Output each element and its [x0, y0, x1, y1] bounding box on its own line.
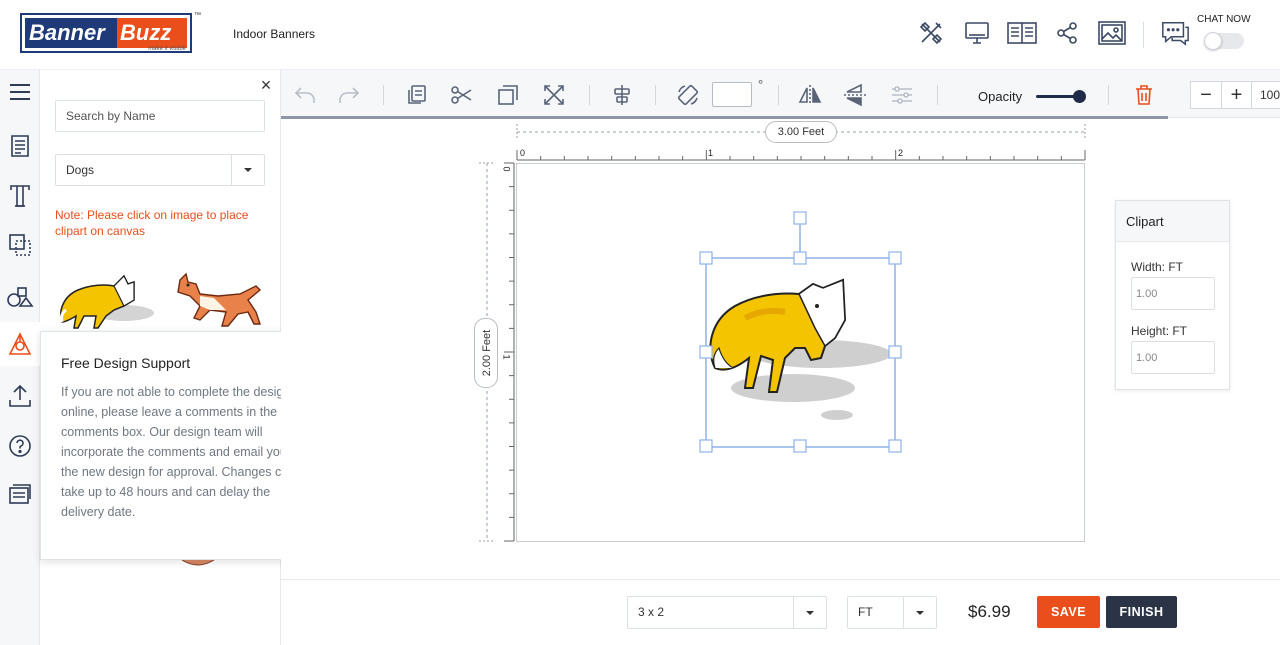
- instructions-icon[interactable]: [1007, 18, 1037, 48]
- bannerbuzz-logo[interactable]: Banner Buzz make it visible: [20, 13, 192, 53]
- cut-icon[interactable]: [449, 82, 475, 108]
- degree-symbol: °: [758, 77, 764, 92]
- ruler-left-tick-label: 1: [501, 354, 512, 360]
- zoom-value: 100: [1260, 88, 1280, 102]
- adjust-icon[interactable]: [889, 82, 915, 108]
- header-divider: [1143, 22, 1144, 48]
- width-field[interactable]: [1131, 277, 1215, 310]
- ruler-top-tick-label: 1: [708, 148, 714, 158]
- redo-icon[interactable]: [336, 82, 362, 108]
- chevron-down-icon: [903, 597, 936, 628]
- chevron-down-icon: [231, 155, 264, 185]
- size-selected-value: 3 x 2: [638, 605, 665, 619]
- zoom-control: − + 100: [1190, 81, 1280, 109]
- logo-trademark: ™: [194, 12, 201, 19]
- share-icon[interactable]: [1052, 18, 1082, 48]
- templates-icon[interactable]: [0, 124, 40, 168]
- height-field[interactable]: [1131, 341, 1215, 374]
- toggle-knob: [1204, 32, 1222, 50]
- toolbar-divider: [778, 85, 779, 105]
- price: $6.99: [968, 602, 1011, 621]
- comments-icon[interactable]: [0, 473, 40, 517]
- duplicate-icon[interactable]: [495, 82, 521, 108]
- zoom-in-button[interactable]: +: [1221, 82, 1251, 108]
- zoom-out-button[interactable]: −: [1191, 82, 1221, 108]
- chat-toggle[interactable]: [1204, 32, 1244, 50]
- canvas-width-label: 3.00 Feet: [765, 121, 837, 143]
- clipart-thumb-partial[interactable]: [180, 560, 216, 568]
- ruler-top-tick-label: 2: [898, 148, 904, 158]
- flip-vertical-icon[interactable]: [842, 82, 868, 108]
- upload-icon[interactable]: [0, 374, 40, 418]
- toolbar-divider: [589, 85, 590, 105]
- clipart-note: Note: Please click on image to place cli…: [55, 208, 249, 238]
- clipart-icon[interactable]: [0, 322, 40, 366]
- opacity-slider[interactable]: [1036, 90, 1086, 103]
- help-icon[interactable]: [0, 424, 40, 468]
- unit-selected-value: FT: [858, 605, 873, 619]
- product-name: Indoor Banners: [233, 27, 316, 41]
- chat-icon[interactable]: [1160, 18, 1190, 48]
- selected-clipart[interactable]: [695, 208, 907, 458]
- search-input[interactable]: [55, 100, 265, 132]
- panel-close-icon[interactable]: ×: [258, 76, 274, 94]
- header: Banner Buzz make it visible ™ Indoor Ban…: [0, 0, 1280, 70]
- clipart-thumb-dog[interactable]: [170, 270, 266, 332]
- ruler-top-tick-label: 0: [520, 148, 526, 158]
- size-select[interactable]: 3 x 2: [627, 596, 827, 629]
- image-icon[interactable]: [1097, 18, 1127, 48]
- footer-bar: 3 x 2 FT $6.99 SAVE FINISH: [281, 579, 1280, 645]
- center-icon[interactable]: [541, 82, 567, 108]
- canvas-height-label: 2.00 Feet: [474, 318, 498, 388]
- editing-toolbar: ° Opacity − + 100: [281, 70, 1280, 118]
- undo-icon[interactable]: [292, 82, 318, 108]
- rotation-angle-input[interactable]: [712, 82, 752, 107]
- logo-text-banner: Banner: [25, 18, 117, 48]
- finish-button[interactable]: FINISH: [1106, 596, 1177, 628]
- logo-text-buzz: Buzz: [117, 18, 187, 48]
- design-tools-icon[interactable]: [916, 18, 946, 48]
- toolbar-divider: [383, 85, 384, 105]
- save-button[interactable]: SAVE: [1037, 596, 1100, 628]
- unit-select[interactable]: FT: [847, 596, 937, 629]
- toolbar-divider: [1108, 85, 1109, 105]
- shapes-icon[interactable]: [0, 274, 40, 318]
- text-icon[interactable]: [0, 174, 40, 218]
- support-body: If you are not able to complete the desi…: [61, 385, 296, 519]
- preview-icon[interactable]: [962, 18, 992, 48]
- category-selected-value: Dogs: [66, 163, 95, 177]
- logo-tagline: make it visible: [148, 46, 186, 52]
- chat-now-label: CHAT NOW: [1197, 14, 1251, 25]
- flip-horizontal-icon[interactable]: [797, 82, 823, 108]
- free-design-support-popup: Free Design Support × If you are not abl…: [40, 331, 310, 560]
- layers-icon[interactable]: [0, 223, 40, 267]
- toolbar-divider: [937, 85, 938, 105]
- chevron-down-icon: [793, 597, 826, 628]
- height-label: Height: FT: [1131, 324, 1188, 338]
- ruler-left-tick-label: 0: [501, 166, 512, 172]
- zoom-divider: [1251, 82, 1252, 108]
- delete-icon[interactable]: [1131, 82, 1157, 108]
- menu-icon[interactable]: [0, 70, 40, 114]
- clipart-thumb-fox[interactable]: [54, 270, 160, 332]
- opacity-label: Opacity: [978, 89, 1023, 104]
- opacity-slider-thumb[interactable]: [1073, 90, 1086, 103]
- canvas-height-text: 2.00 Feet: [481, 329, 493, 377]
- support-title: Free Design Support: [61, 355, 191, 371]
- align-icon[interactable]: [609, 82, 635, 108]
- properties-title: Clipart: [1116, 201, 1229, 242]
- category-select[interactable]: Dogs: [55, 154, 265, 186]
- clipart-properties: Clipart Width: FT Height: FT: [1115, 200, 1230, 390]
- rotate-icon[interactable]: [675, 82, 701, 108]
- left-rail: [0, 70, 40, 645]
- copy-icon[interactable]: [404, 82, 430, 108]
- toolbar-divider: [655, 85, 656, 105]
- width-label: Width: FT: [1131, 260, 1184, 274]
